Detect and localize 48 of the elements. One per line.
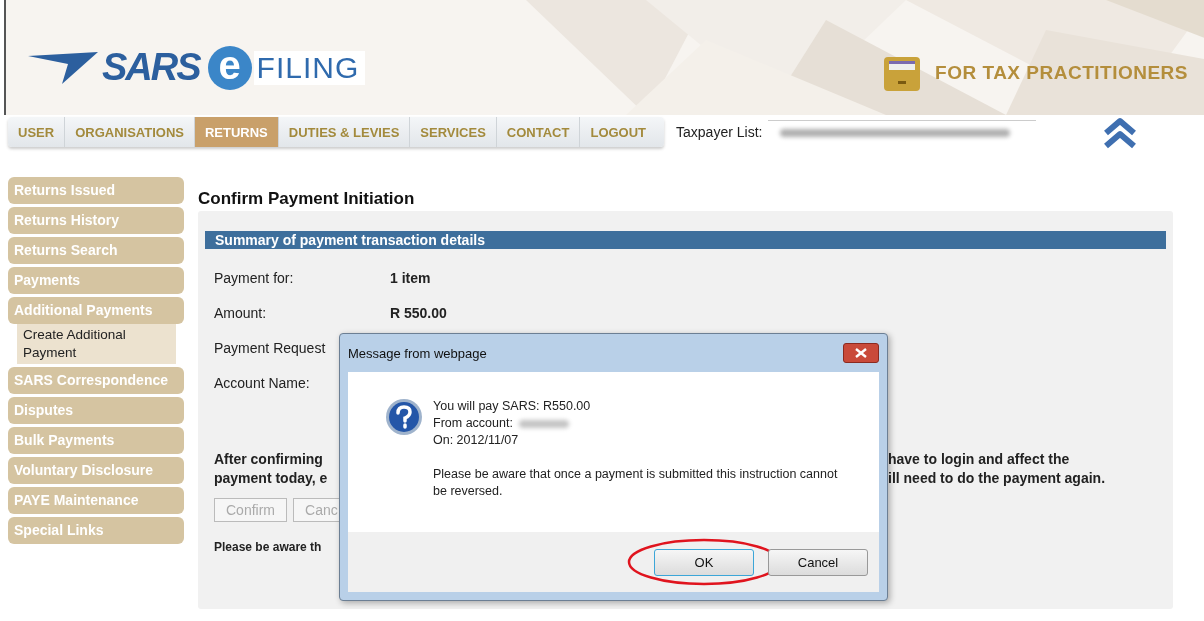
nav-tab[interactable]: RETURNS [194,117,279,147]
footer-note: Please be aware th [213,539,323,554]
sidebar-item[interactable]: Additional Payments [8,297,184,324]
question-icon [385,398,423,436]
dialog-button[interactable]: Cancel [768,548,868,576]
sidebar-item[interactable]: Special Links [8,517,184,544]
field-label: Payment for: [214,270,295,286]
practitioners-label: FOR TAX PRACTITIONERS [935,61,1188,84]
notice-text: After confirming [214,450,324,469]
sidebar-item[interactable]: Returns History [8,207,184,234]
field-value: 1 item [390,270,432,286]
sidebar-item[interactable]: Returns Issued [8,177,184,204]
close-icon [855,348,867,358]
message-text: From account: [433,416,513,430]
page-title: Confirm Payment Initiation [198,189,416,209]
field-value: R 550.00 [390,305,448,321]
sidebar-item[interactable]: Disputes [8,397,184,424]
nav-tab[interactable]: LOGOUT [580,117,665,147]
sidebar-item[interactable]: SARS Correspondence [8,367,184,394]
message-text: You will pay SARS: R550.00 [433,399,591,413]
sidebar-item[interactable]: Bulk Payments [8,427,184,454]
nav-tab[interactable]: USER [8,117,66,147]
notice-text: payment today, e [214,469,329,488]
nav-tab[interactable]: DUTIES & LEVIES [278,117,411,147]
nav-tab[interactable]: CONTACT [496,117,581,147]
swoosh-icon [28,49,98,86]
close-button[interactable] [843,343,879,363]
sidebar-item[interactable]: Returns Search [8,237,184,264]
field-label: Amount: [214,305,268,321]
section-header: Summary of payment transaction details [205,231,1166,249]
logo-text: FILING [253,50,366,85]
logo-text: SARS [102,46,200,89]
notice-text: ill need to do the payment again. [888,469,1107,488]
taxpayer-label: Taxpayer List: [676,124,763,140]
nav-tab[interactable]: ORGANISATIONS [65,117,195,147]
form-button[interactable]: Confirm [214,498,287,522]
sidebar-item[interactable]: Voluntary Disclosure [8,457,184,484]
sidebar-subitem[interactable]: Create Additional Payment [17,324,176,364]
field-label: Account Name: [214,375,311,391]
sidebar-item[interactable]: PAYE Maintenance [8,487,184,514]
message-text: On: 2012/11/07 [433,433,519,447]
dialog-title: Message from webpage [348,345,487,361]
nav-tab[interactable]: SERVICES [410,117,497,147]
double-chevron-up-icon [1102,115,1139,149]
dialog-button[interactable]: OK [654,548,754,576]
sidebar-item[interactable]: Payments [8,267,184,294]
message-text: Please be aware that once a payment is submitted this instruction cannot be reversed. [433,466,839,500]
notice-text: have to login and affect the [888,450,1071,469]
